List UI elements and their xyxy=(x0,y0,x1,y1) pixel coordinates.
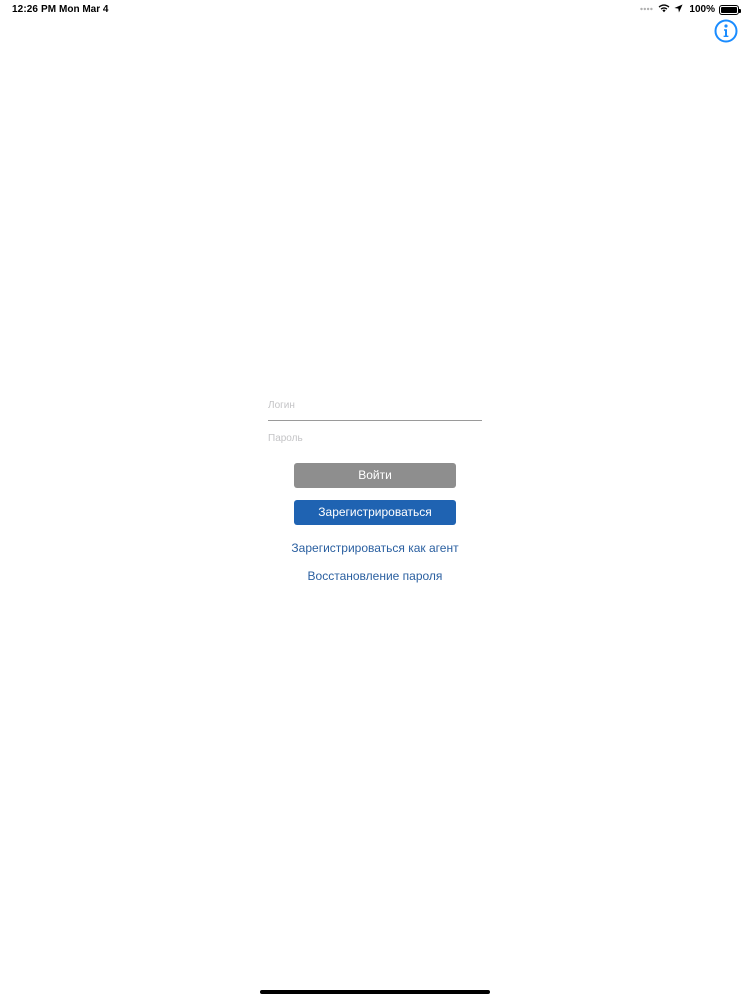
login-input[interactable] xyxy=(268,390,482,416)
login-screen: 12:26 PM Mon Mar 4 100% Логин Войти Заре… xyxy=(0,0,750,1000)
status-indicators: 100% xyxy=(640,3,741,16)
register-as-agent-link[interactable]: Зарегистрироваться как агент xyxy=(0,541,750,555)
signal-dots-icon xyxy=(640,4,654,15)
location-arrow-icon xyxy=(674,3,683,16)
battery-percent: 100% xyxy=(689,4,715,15)
info-circle-icon xyxy=(714,19,738,43)
status-time: 12:26 PM xyxy=(12,4,57,15)
battery-icon xyxy=(719,4,741,15)
password-recovery-link[interactable]: Восстановление пароля xyxy=(0,569,750,583)
action-buttons: Войти Зарегистрироваться xyxy=(294,463,456,525)
login-field-container xyxy=(268,390,482,421)
password-input[interactable] xyxy=(268,423,482,449)
wifi-icon xyxy=(658,3,670,16)
login-button[interactable]: Войти xyxy=(294,463,456,488)
status-date: Mon Mar 4 xyxy=(59,4,109,15)
register-button[interactable]: Зарегистрироваться xyxy=(294,500,456,525)
password-field-container xyxy=(268,423,482,453)
info-button[interactable] xyxy=(714,19,738,43)
login-form xyxy=(268,390,482,453)
status-bar: 12:26 PM Mon Mar 4 100% xyxy=(0,0,750,20)
home-indicator[interactable] xyxy=(260,990,490,994)
